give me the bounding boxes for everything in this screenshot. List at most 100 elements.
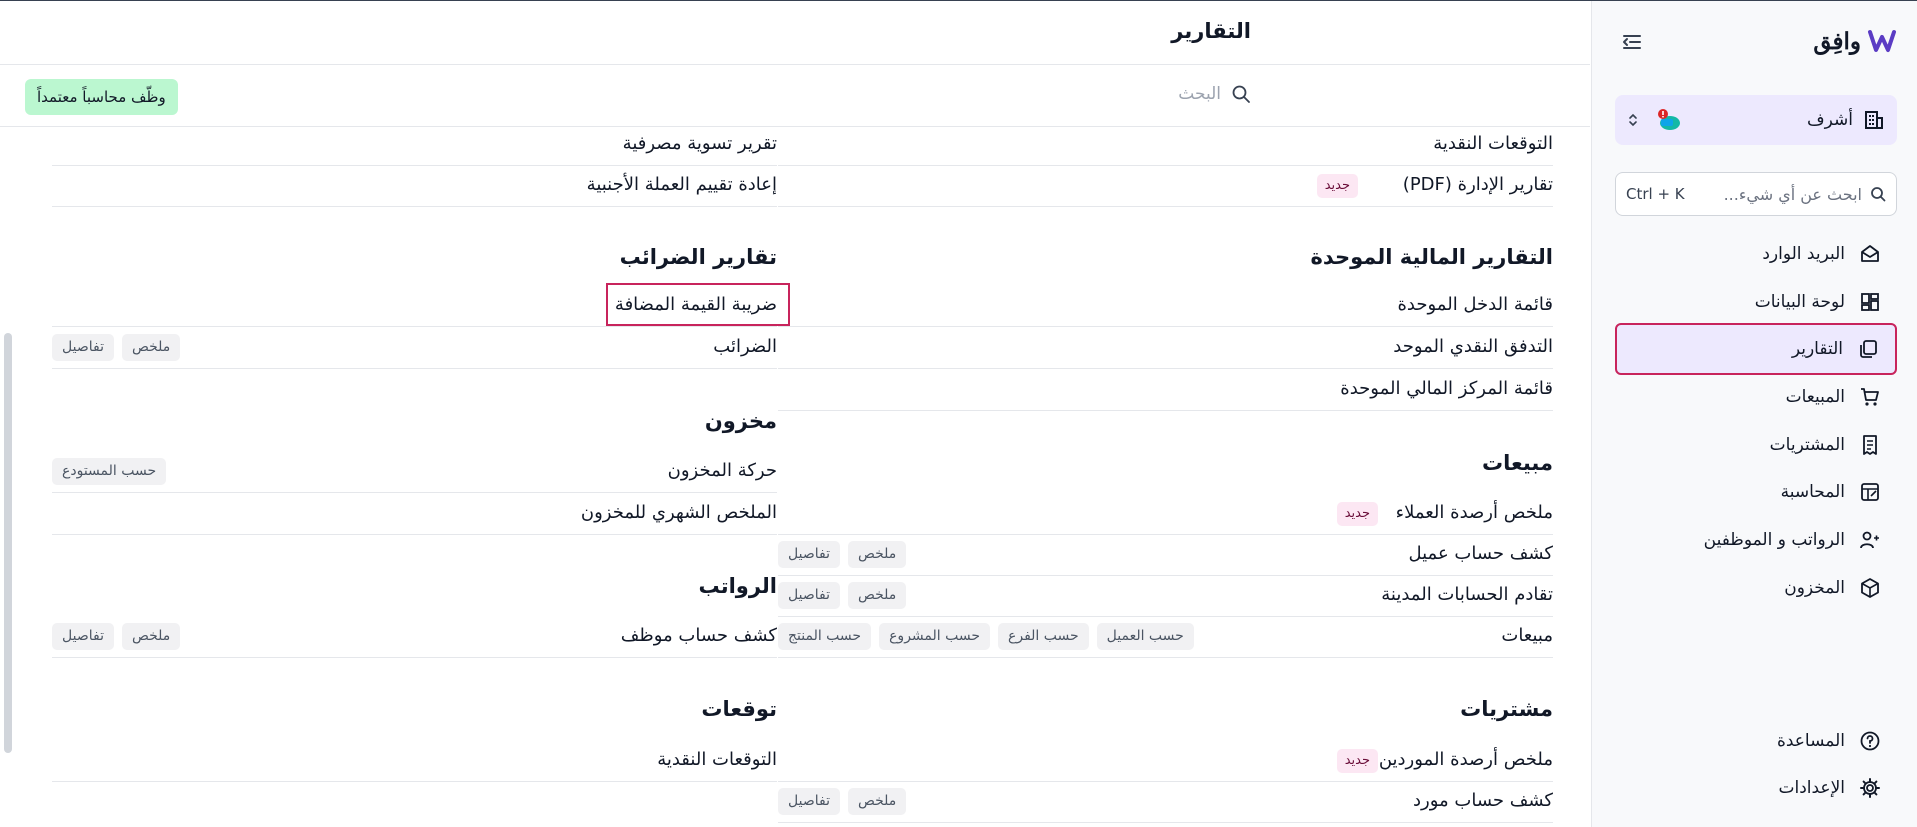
- global-search-input[interactable]: ابحث عن أي شيء... Ctrl + K: [1615, 172, 1897, 216]
- report-link[interactable]: الضرائب: [713, 336, 777, 357]
- highlight-box: [606, 283, 790, 326]
- details-tag[interactable]: تفاصيل: [778, 582, 840, 609]
- report-link[interactable]: الملخص الشهري للمخزون: [581, 502, 777, 523]
- section-heading-inventory: مخزون: [704, 409, 777, 433]
- report-row[interactable]: التوقعات النقدية: [52, 741, 777, 782]
- details-tag[interactable]: تفاصيل: [52, 623, 114, 650]
- by-warehouse-tag[interactable]: حسب المستودع: [52, 458, 167, 485]
- report-link[interactable]: حركة المخزون: [668, 460, 777, 481]
- details-tag[interactable]: تفاصيل: [778, 541, 840, 568]
- row-actions: تفاصيل ملخص: [52, 334, 181, 361]
- sidebar-item-label: الرواتب و الموظفين: [1703, 530, 1845, 550]
- sidebar-item-label: المخزون: [1784, 578, 1845, 598]
- row-actions: حسب المستودع: [52, 458, 167, 485]
- receipt-icon: [1863, 435, 1877, 455]
- sidebar-item-reports[interactable]: التقارير: [1615, 323, 1897, 375]
- report-link[interactable]: تقارير الإدارة (PDF): [1403, 174, 1553, 195]
- brand-name: وافِق: [1813, 27, 1861, 55]
- details-tag[interactable]: تفاصيل: [52, 334, 114, 361]
- summary-tag[interactable]: ملخص: [847, 541, 907, 568]
- report-link[interactable]: تقادم الحسابات المدينة: [1381, 584, 1553, 605]
- summary-tag[interactable]: ملخص: [121, 334, 181, 361]
- sidebar-item-label: البريد الوارد: [1762, 244, 1845, 264]
- new-badge: جديد: [1316, 174, 1358, 198]
- report-row[interactable]: الضرائب تفاصيل ملخص: [52, 328, 777, 369]
- report-row[interactable]: قائمة المركز المالي الموحدة: [778, 370, 1553, 411]
- report-link[interactable]: التوقعات النقدية: [1433, 133, 1553, 154]
- sidebar-item-purchases[interactable]: المشتريات: [1615, 421, 1897, 469]
- summary-tag[interactable]: ملخص: [847, 788, 907, 815]
- sidebar-item-label: المشتريات: [1769, 435, 1845, 455]
- report-link[interactable]: قائمة المركز المالي الموحدة: [1340, 378, 1553, 399]
- details-tag[interactable]: تفاصيل: [778, 788, 840, 815]
- search-placeholder: ابحث عن أي شيء...: [1723, 184, 1862, 204]
- report-link[interactable]: تقرير تسوية مصرفية: [623, 133, 777, 154]
- report-link[interactable]: كشف حساب موظف: [621, 625, 777, 646]
- report-link[interactable]: ملخص أرصدة العملاء: [1396, 502, 1553, 523]
- by-branch-tag[interactable]: حسب الفرع: [998, 623, 1089, 650]
- report-link[interactable]: كشف حساب مورد: [1413, 790, 1553, 811]
- report-row[interactable]: مبيعات حسب المنتج حسب المشروع حسب الفرع …: [778, 617, 1553, 658]
- report-row[interactable]: حركة المخزون حسب المستودع: [52, 452, 777, 493]
- sidebar-item-label: المساعدة: [1776, 731, 1845, 751]
- gear-icon: [1860, 778, 1880, 798]
- sidebar-item-settings[interactable]: الإعدادات: [1615, 764, 1897, 812]
- header-divider: [0, 64, 1590, 65]
- sidebar-item-help[interactable]: المساعدة: [1615, 717, 1897, 765]
- sidebar-item-label: المبيعات: [1785, 387, 1845, 407]
- report-row[interactable]: تقارير الإدارة (PDF) جديد: [778, 166, 1553, 207]
- report-link[interactable]: كشف حساب عميل: [1408, 543, 1553, 564]
- page-title: التقارير: [1171, 19, 1251, 43]
- report-row[interactable]: تقادم الحسابات المدينة تفاصيل ملخص: [778, 576, 1553, 617]
- report-row[interactable]: قائمة الدخل الموحدة: [778, 286, 1553, 327]
- reports-search-input[interactable]: البحث: [1178, 84, 1251, 104]
- section-heading-forecasts: توقعات: [701, 697, 777, 721]
- wafeq-logo-icon: [1868, 30, 1896, 52]
- sidebar-item-inventory[interactable]: المخزون: [1615, 564, 1897, 612]
- ledger-icon: [1861, 483, 1879, 501]
- report-row[interactable]: إعادة تقييم العملة الأجنبية: [52, 166, 777, 207]
- hire-accountant-button[interactable]: وظّف محاسباً معتمداً: [25, 79, 178, 115]
- section-heading-consolidated: التقارير المالية الموحدة: [1310, 245, 1553, 269]
- report-row[interactable]: ملخص أرصدة العملاء جديد: [778, 494, 1553, 535]
- chevron-updown-icon: [1629, 113, 1637, 127]
- sidebar-item-sales[interactable]: المبيعات: [1615, 373, 1897, 421]
- scrollbar[interactable]: [4, 333, 12, 753]
- search-placeholder: البحث: [1178, 84, 1221, 104]
- brand-logo[interactable]: وافِق: [1813, 27, 1897, 55]
- by-project-tag[interactable]: حسب المشروع: [879, 623, 990, 650]
- summary-tag[interactable]: ملخص: [847, 582, 907, 609]
- report-row[interactable]: ملخص أرصدة الموردين جديد: [778, 741, 1553, 782]
- report-row[interactable]: كشف حساب مورد تفاصيل ملخص: [778, 782, 1553, 823]
- sidebar-item-accounting[interactable]: المحاسبة: [1615, 468, 1897, 516]
- sidebar-collapse-icon[interactable]: [1620, 31, 1644, 53]
- report-link[interactable]: التوقعات النقدية: [657, 749, 777, 770]
- report-link[interactable]: إعادة تقييم العملة الأجنبية: [587, 174, 777, 195]
- report-link[interactable]: ملخص أرصدة الموردين: [1379, 749, 1553, 770]
- sidebar-item-inbox[interactable]: البريد الوارد: [1615, 230, 1897, 278]
- report-row[interactable]: كشف حساب موظف تفاصيل ملخص: [52, 617, 777, 658]
- report-row[interactable]: التدفق النقدي الموحد: [778, 328, 1553, 369]
- search-shortcut: Ctrl + K: [1626, 185, 1685, 203]
- report-link[interactable]: مبيعات: [1501, 625, 1553, 646]
- section-heading-sales: مبيعات: [1482, 451, 1553, 475]
- sidebar-item-payroll[interactable]: الرواتب و الموظفين: [1615, 516, 1897, 564]
- summary-tag[interactable]: ملخص: [121, 623, 181, 650]
- report-row[interactable]: التوقعات النقدية: [778, 125, 1553, 166]
- sidebar-item-label: الإعدادات: [1778, 778, 1845, 798]
- report-link[interactable]: التدفق النقدي الموحد: [1393, 336, 1553, 357]
- sidebar-item-dashboard[interactable]: لوحة البيانات: [1615, 278, 1897, 326]
- report-link[interactable]: قائمة الدخل الموحدة: [1398, 294, 1554, 315]
- section-heading-tax: تقارير الضرائب: [619, 245, 777, 269]
- by-product-tag[interactable]: حسب المنتج: [778, 623, 872, 650]
- report-row[interactable]: تقرير تسوية مصرفية: [52, 125, 777, 166]
- users-icon: [1860, 531, 1879, 549]
- report-row[interactable]: الملخص الشهري للمخزون: [52, 494, 777, 535]
- org-switcher[interactable]: أشرف: [1615, 95, 1897, 145]
- by-customer-tag[interactable]: حسب العميل: [1096, 623, 1194, 650]
- help-icon: [1860, 731, 1880, 751]
- row-actions: تفاصيل ملخص: [778, 541, 907, 568]
- dashboard-icon: [1861, 293, 1879, 311]
- sidebar-item-label: المحاسبة: [1780, 482, 1845, 502]
- report-row[interactable]: كشف حساب عميل تفاصيل ملخص: [778, 535, 1553, 576]
